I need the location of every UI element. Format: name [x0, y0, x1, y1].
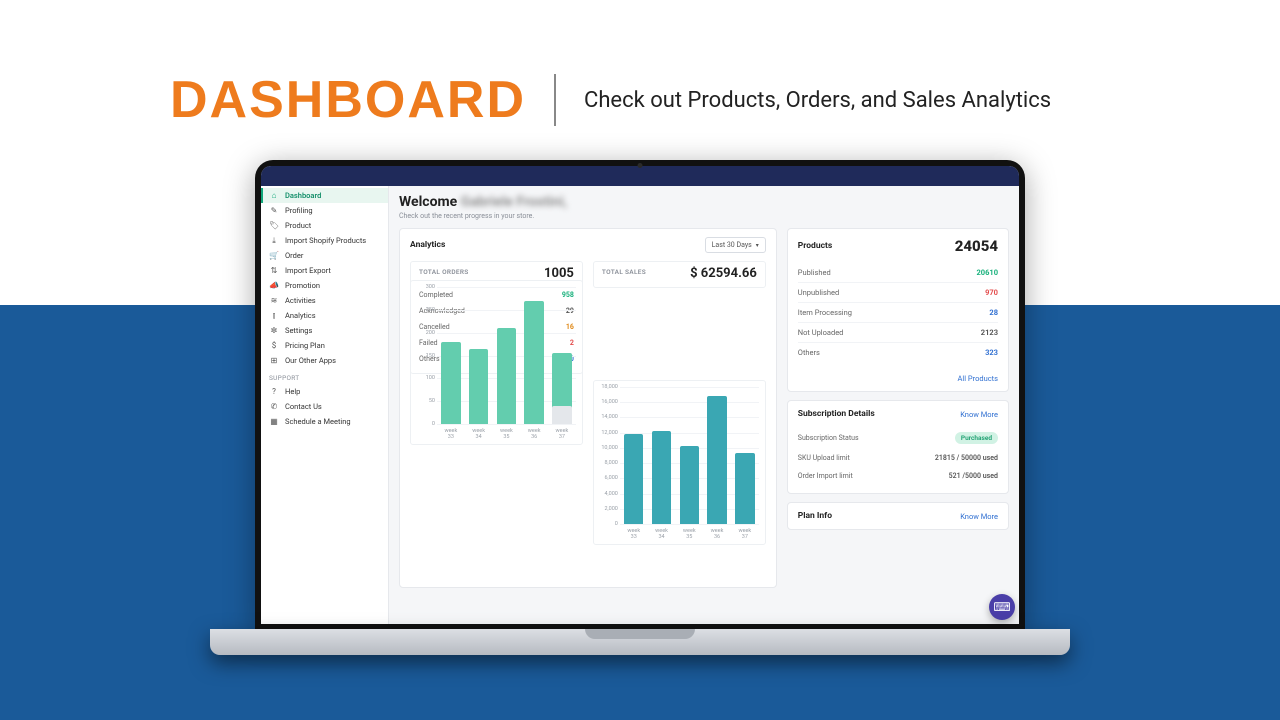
- product-status-row: Unpublished970: [798, 282, 998, 302]
- nav-icon: 🛒: [269, 252, 279, 260]
- subscription-row: Order Import limit521 /5000 used: [798, 467, 998, 485]
- page-subtitle: Check out the recent progress in your st…: [399, 212, 1009, 220]
- product-status-row: Others323: [798, 342, 998, 362]
- subscription-row: Subscription StatusPurchased: [798, 427, 998, 449]
- sidebar-item-label: Schedule a Meeting: [285, 417, 351, 426]
- sidebar-item-import-shopify-products[interactable]: ⤓ Import Shopify Products: [261, 233, 388, 248]
- hero-title: DASHBOARD: [170, 70, 526, 130]
- products-total: 24054: [955, 237, 998, 255]
- subscription-card: Subscription Details Know More Subscript…: [787, 400, 1009, 494]
- sidebar-item-contact-us[interactable]: ✆ Contact Us: [261, 399, 388, 414]
- status-badge: Purchased: [955, 432, 998, 444]
- app-topbar: [261, 166, 1019, 186]
- sidebar-item-import-export[interactable]: ⇅ Import Export: [261, 263, 388, 278]
- total-sales-metric: TOTAL SALES $ 62594.66: [593, 261, 766, 288]
- chat-fab[interactable]: ⌨: [989, 594, 1015, 620]
- plan-info-card: Plan Info Know More: [787, 502, 1009, 530]
- sidebar-item-label: Activities: [285, 296, 316, 305]
- nav-icon: ⫾: [269, 312, 279, 320]
- sidebar-item-label: Pricing Plan: [285, 341, 325, 350]
- sidebar-item-promotion[interactable]: 📣 Promotion: [261, 278, 388, 293]
- sidebar-item-label: Import Shopify Products: [285, 236, 366, 245]
- nav-icon: 📣: [269, 282, 279, 290]
- sidebar-item-label: Help: [285, 387, 300, 396]
- sidebar-item-analytics[interactable]: ⫾ Analytics: [261, 308, 388, 323]
- main-content: Welcome Gabriele Frostini, Check out the…: [389, 186, 1019, 624]
- nav-icon: ⊞: [269, 357, 279, 365]
- nav-icon: ⤓: [269, 237, 279, 245]
- sidebar-item-label: Order: [285, 251, 303, 260]
- nav-icon: $: [269, 342, 279, 350]
- sidebar-item-profiling[interactable]: ✎ Profiling: [261, 203, 388, 218]
- plan-title: Plan Info: [798, 511, 832, 521]
- sidebar-item-schedule-a-meeting[interactable]: ▦ Schedule a Meeting: [261, 414, 388, 429]
- chevron-down-icon: ▾: [756, 242, 759, 249]
- marketing-hero: DASHBOARD Check out Products, Orders, an…: [170, 70, 1200, 130]
- date-range-dropdown[interactable]: Last 30 Days▾: [705, 237, 766, 253]
- products-title: Products: [798, 241, 832, 251]
- laptop-mock: ⌂ Dashboard ✎ Profiling 🏷 Product ⤓ Import Shop…: [255, 160, 1025, 710]
- nav-icon: ≋: [269, 297, 279, 305]
- sidebar: ⌂ Dashboard ✎ Profiling 🏷 Product ⤓ Import Shop…: [261, 186, 389, 624]
- plan-know-more-link[interactable]: Know More: [960, 512, 998, 521]
- sidebar-item-activities[interactable]: ≋ Activities: [261, 293, 388, 308]
- subscription-row: SKU Upload limit21815 / 50000 used: [798, 449, 998, 467]
- sidebar-group-support: SUPPORT: [261, 368, 388, 384]
- nav-icon: ✎: [269, 207, 279, 215]
- sidebar-item-label: Settings: [285, 326, 312, 335]
- sidebar-item-label: Profiling: [285, 206, 313, 215]
- sidebar-item-label: Promotion: [285, 281, 320, 290]
- nav-icon: ?: [269, 388, 279, 396]
- all-products-link[interactable]: All Products: [788, 370, 1008, 391]
- nav-icon: ⌂: [269, 192, 279, 200]
- chat-icon: ⌨: [993, 600, 1010, 614]
- page-title: Welcome Gabriele Frostini,: [399, 194, 1009, 210]
- products-card: Products 24054 Published20610Unpublished…: [787, 228, 1009, 392]
- sales-chart: 18,00016,00014,00012,00010,0008,0006,000…: [593, 380, 766, 545]
- sidebar-item-label: Import Export: [285, 266, 331, 275]
- sidebar-item-label: Dashboard: [285, 191, 321, 200]
- nav-icon: ✼: [269, 327, 279, 335]
- divider: [554, 74, 556, 126]
- subscription-title: Subscription Details: [798, 409, 875, 419]
- sidebar-item-help[interactable]: ? Help: [261, 384, 388, 399]
- product-status-row: Published20610: [798, 263, 998, 282]
- nav-icon: 🏷: [269, 222, 279, 230]
- nav-icon: ▦: [269, 418, 279, 426]
- sidebar-item-label: Contact Us: [285, 402, 322, 411]
- sidebar-item-label: Analytics: [285, 311, 316, 320]
- product-status-row: Item Processing28: [798, 302, 998, 322]
- sidebar-item-dashboard[interactable]: ⌂ Dashboard: [261, 188, 388, 203]
- orders-chart: 300250200150100500week 33week 34week 35w…: [410, 280, 583, 445]
- analytics-card: Analytics Last 30 Days▾ TOTAL ORDERS: [399, 228, 777, 588]
- product-status-row: Not Uploaded2123: [798, 322, 998, 342]
- hero-subtitle: Check out Products, Orders, and Sales An…: [584, 88, 1051, 113]
- sidebar-item-settings[interactable]: ✼ Settings: [261, 323, 388, 338]
- know-more-link[interactable]: Know More: [960, 410, 998, 419]
- sidebar-item-pricing-plan[interactable]: $ Pricing Plan: [261, 338, 388, 353]
- sidebar-item-order[interactable]: 🛒 Order: [261, 248, 388, 263]
- nav-icon: ⇅: [269, 267, 279, 275]
- sidebar-item-product[interactable]: 🏷 Product: [261, 218, 388, 233]
- analytics-title: Analytics: [410, 240, 445, 250]
- sidebar-item-our-other-apps[interactable]: ⊞ Our Other Apps: [261, 353, 388, 368]
- username-blurred: Gabriele Frostini,: [461, 194, 567, 210]
- sidebar-item-label: Product: [285, 221, 311, 230]
- nav-icon: ✆: [269, 403, 279, 411]
- sidebar-item-label: Our Other Apps: [285, 356, 336, 365]
